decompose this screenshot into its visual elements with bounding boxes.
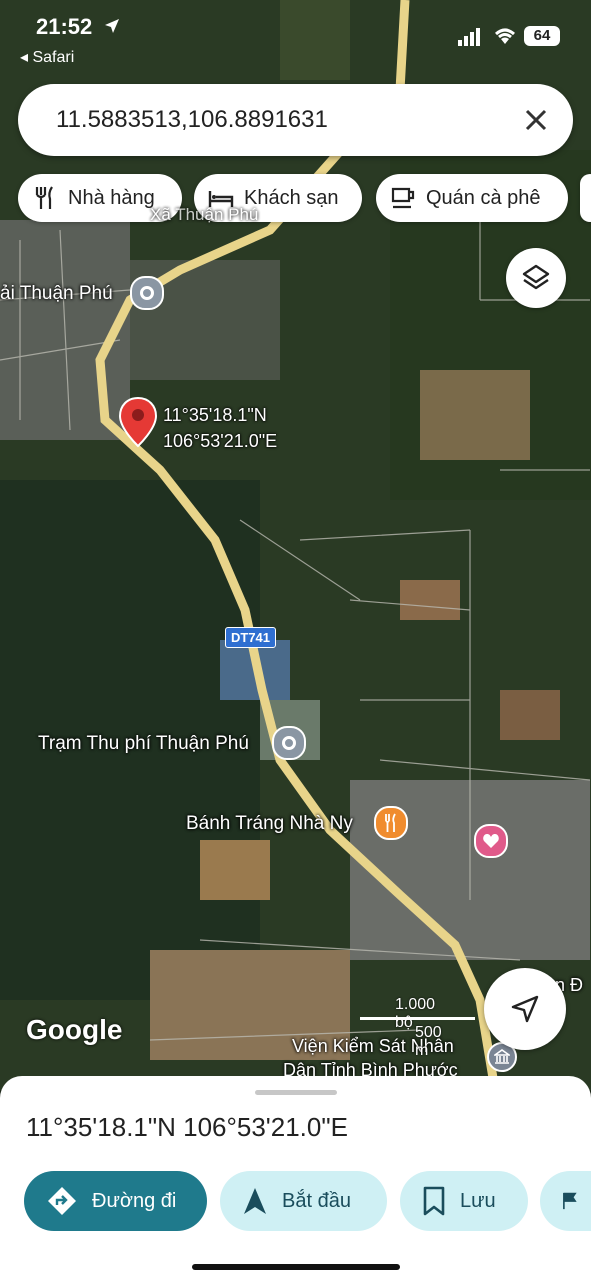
map-label-partial-top: Xã Thuận Phú [150,205,259,224]
map-label-thuan-phu: ải Thuận Phú [0,283,113,304]
back-to-safari[interactable]: ◂ Safari [20,47,74,67]
chip-cafes[interactable]: Quán cà phê [376,174,568,222]
button-label: Lưu [460,1189,496,1212]
close-icon[interactable] [522,106,550,134]
map-view[interactable] [0,0,591,1090]
chip-more[interactable] [580,174,591,222]
home-indicator [192,1264,400,1270]
bottom-sheet[interactable]: 11°35'18.1"N 106°53'21.0"E Đường đi Bắt … [0,1076,591,1280]
search-bar[interactable]: 11.5883513,106.8891631 [18,84,573,156]
poi-thuan-phu[interactable] [130,276,164,310]
button-label: Đường đi [92,1189,177,1212]
pin-lon: 106°53'21.0"E [163,431,278,451]
building-icon [494,1049,510,1064]
my-location-button[interactable] [484,968,566,1050]
wifi-icon [495,28,515,44]
fork-knife-icon [385,813,396,832]
button-label: Bắt đầu [282,1189,351,1212]
google-logo: Google [26,1014,123,1045]
sheet-coordinates: 11°35'18.1"N 106°53'21.0"E [26,1112,348,1142]
location-arrow-icon [105,19,119,33]
scale-metric: 500 m [415,1024,442,1059]
scale-bar [360,1017,475,1020]
flag-icon [563,1192,577,1210]
navigation-arrow-icon [511,995,539,1023]
coffee-cup-icon [391,187,415,209]
pin-lat: 11°35'18.1"N [163,405,267,425]
pin-coordinate-label: 11°35'18.1"N 106°53'21.0"E [163,402,277,454]
more-button[interactable] [540,1171,591,1231]
save-button[interactable]: Lưu [400,1171,528,1231]
battery-indicator: 64 [524,26,560,46]
heart-icon [483,834,499,848]
route-shield: DT741 [225,627,277,648]
chip-label: Quán cà phê [426,186,541,209]
status-bar: 21:52 ◂ Safari 64 [0,0,591,70]
directions-button[interactable]: Đường đi [24,1171,207,1231]
map-label-toll-station: Trạm Thu phí Thuận Phú [38,733,249,754]
sheet-handle[interactable] [255,1090,337,1095]
status-time: 21:52 [36,14,93,39]
navigation-arrow-icon [244,1188,266,1214]
search-value[interactable]: 11.5883513,106.8891631 [56,106,328,134]
poi-toll-station[interactable] [272,726,306,760]
fork-knife-icon [35,186,53,209]
start-button[interactable]: Bắt đầu [220,1171,387,1231]
layers-icon [522,264,550,290]
poi-favorite[interactable] [474,824,508,858]
location-pin-icon[interactable] [118,396,158,448]
poi-restaurant[interactable] [374,806,408,840]
bookmark-icon [423,1186,445,1216]
layers-button[interactable] [506,248,566,308]
chip-label: Nhà hàng [68,186,155,209]
signal-icon [458,28,480,46]
directions-icon [48,1187,76,1215]
map-label-banh-trang: Bánh Tráng Nhà Ny [186,813,353,834]
